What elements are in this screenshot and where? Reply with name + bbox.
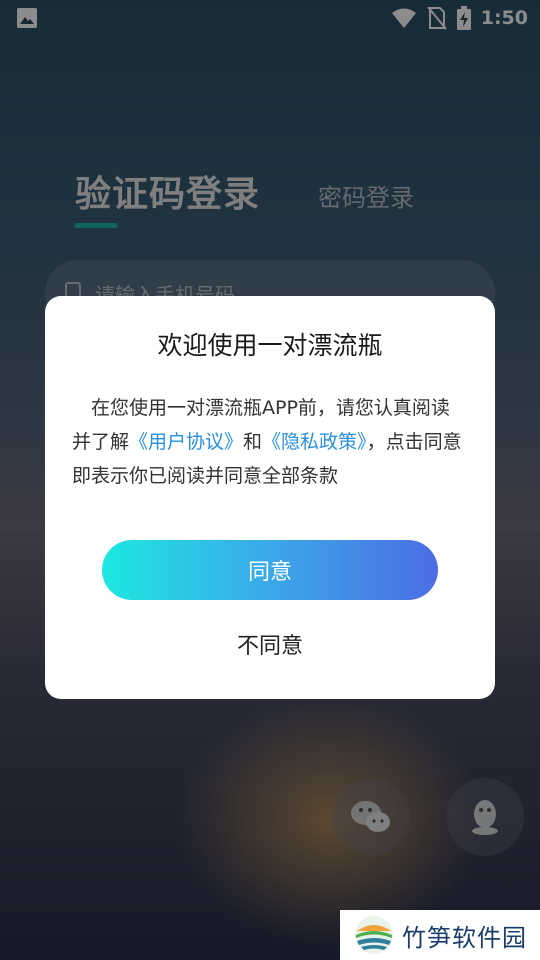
watermark-text: 竹笋软件园 (402, 923, 527, 952)
privacy-policy-link[interactable]: 《隐私政策》 (262, 431, 367, 453)
agree-button[interactable]: 同意 (102, 540, 438, 600)
bamboo-logo-icon (354, 915, 402, 955)
disagree-button[interactable]: 不同意 (45, 628, 495, 660)
dialog-title: 欢迎使用一对漂流瓶 (157, 331, 383, 360)
and-text: 和 (243, 431, 263, 453)
user-agreement-link[interactable]: 《用户协议》 (129, 431, 243, 453)
watermark: 竹笋软件园 (340, 910, 540, 960)
app-screen: 1:50 验证码登录 密码登录 请输入手机号码 欢迎使用一对漂流瓶 在您使用一对… (0, 0, 540, 960)
dialog-body: 在您使用一对漂流瓶APP前，请您认真阅读并了解《用户协议》和《隐私政策》，点击同… (72, 391, 468, 493)
privacy-dialog: 欢迎使用一对漂流瓶 在您使用一对漂流瓶APP前，请您认真阅读并了解《用户协议》和… (45, 296, 495, 699)
